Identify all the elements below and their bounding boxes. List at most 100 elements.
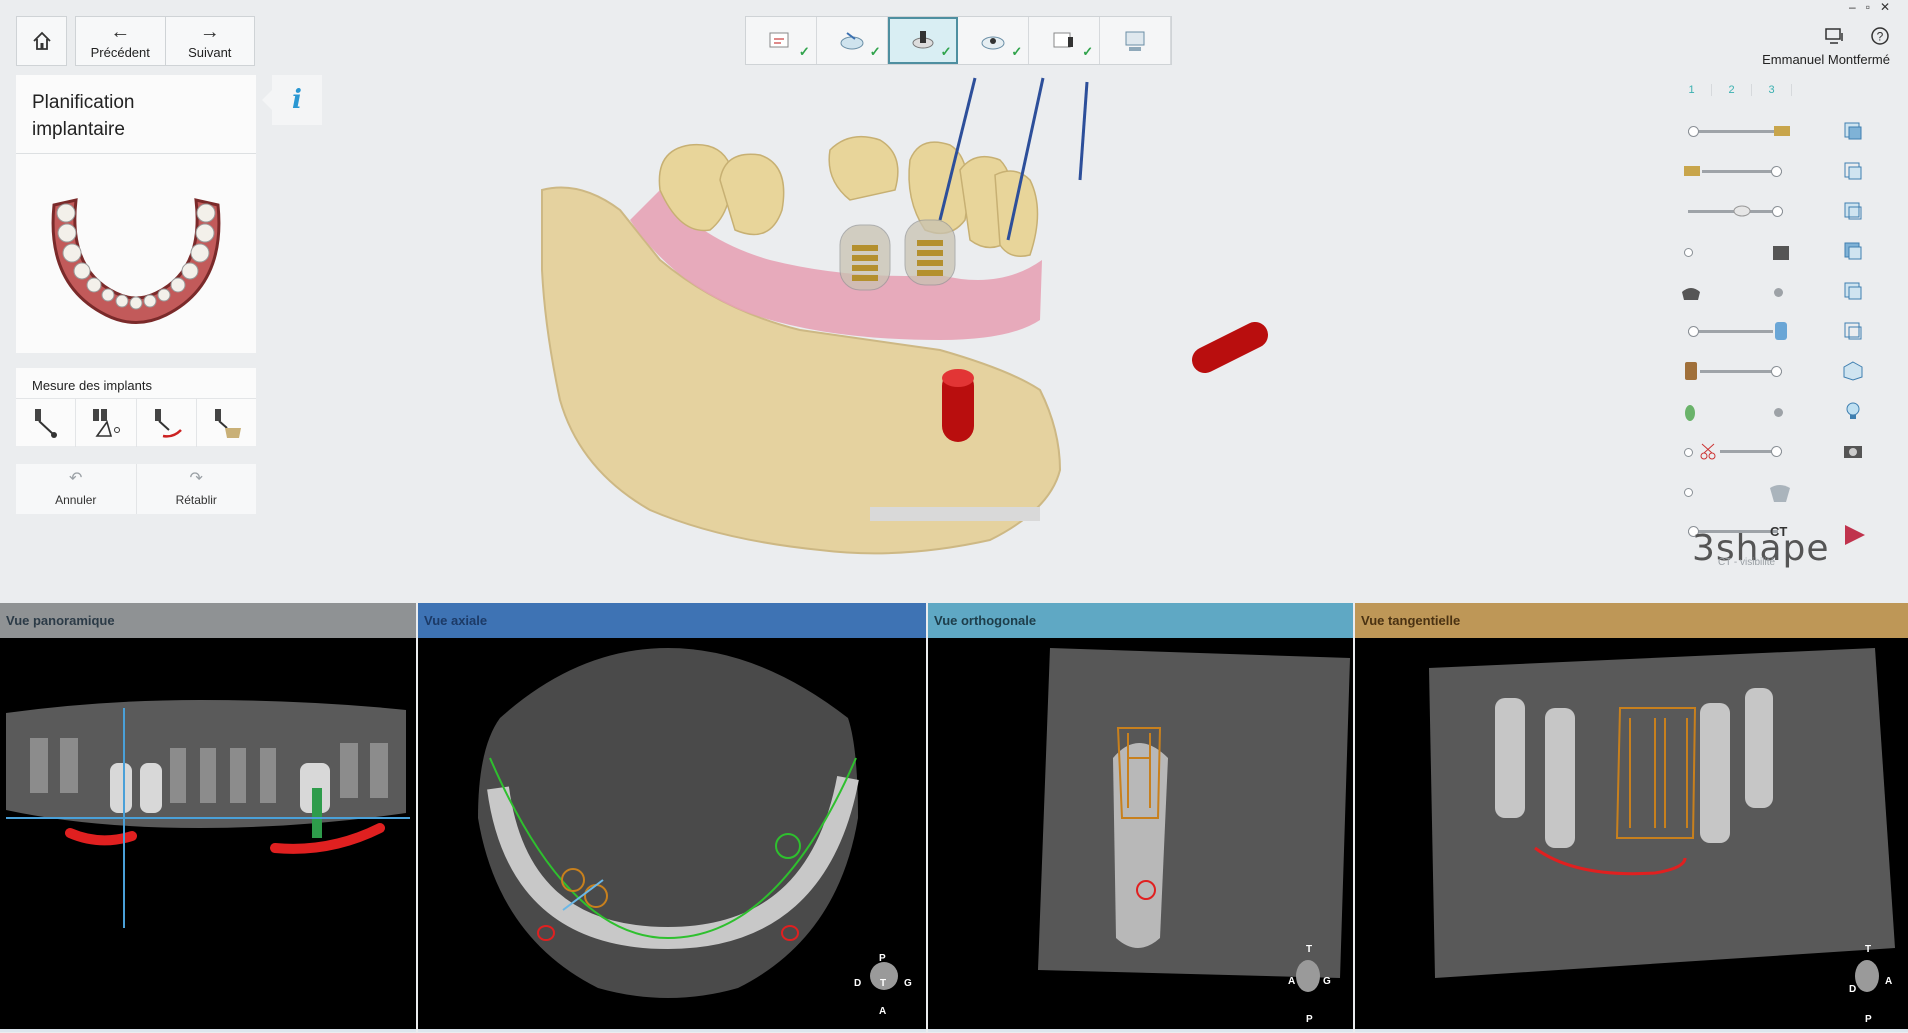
ct-render-icon[interactable]	[1842, 522, 1868, 548]
gum-icon	[1684, 166, 1700, 176]
workflow-step-implant-planning[interactable]: ✓	[887, 17, 959, 64]
axial-view[interactable]: Vue axiale P D T G A	[418, 603, 926, 1032]
ct-visibility-label[interactable]: CT - visibilité	[1718, 557, 1775, 568]
check-icon: ✓	[1082, 44, 1094, 59]
orientation-right: A	[1885, 976, 1893, 987]
workflow-step-guide-design[interactable]: ✓	[958, 17, 1030, 64]
view-top-icon[interactable]	[1842, 200, 1864, 222]
measure-tools	[16, 398, 256, 447]
panel-title: Planification implantaire	[32, 92, 135, 140]
layer-slider-implant[interactable]	[1688, 326, 1773, 337]
check-icon: ✓	[940, 44, 952, 59]
bone-icon	[1770, 485, 1790, 502]
panoramic-view-title: Vue panoramique	[0, 603, 416, 638]
measure-tooth-tool[interactable]	[195, 399, 256, 447]
implant-nerve-icon	[155, 409, 183, 438]
implant-angle-icon	[92, 409, 120, 437]
sleeve-icon	[1773, 246, 1789, 260]
orthogonal-view[interactable]: Vue orthogonale T A G P	[928, 603, 1353, 1032]
orientation-bottom: P	[1865, 1014, 1872, 1025]
measure-angle-tool[interactable]	[75, 399, 135, 447]
camera-icon[interactable]	[1842, 440, 1864, 462]
layer-slider-teeth[interactable]	[1688, 126, 1776, 137]
next-button[interactable]: → Suivant	[164, 17, 255, 65]
view-3d-icon[interactable]	[1842, 360, 1864, 382]
layer-slider-sleeve[interactable]	[1700, 366, 1782, 377]
scan-import-icon	[840, 31, 864, 49]
document-edit-icon	[769, 32, 789, 47]
view-side-icon[interactable]	[1842, 160, 1864, 182]
layer-toggle-guide[interactable]	[1774, 288, 1783, 297]
orientation-left: D	[1849, 984, 1857, 995]
implant-tooth-icon	[215, 409, 242, 438]
check-icon: ✓	[1011, 44, 1023, 59]
redo-icon: ↷	[189, 470, 203, 487]
layer-toggle-sleeve[interactable]	[1684, 248, 1693, 257]
orientation-bottom: P	[1306, 1014, 1313, 1025]
next-label: Suivant	[188, 44, 232, 60]
view-right-icon[interactable]	[1842, 320, 1864, 342]
report-icon	[1053, 32, 1074, 47]
scissors-icon	[1700, 443, 1716, 460]
view-bottom-icon[interactable]	[1842, 240, 1864, 262]
tooth-crown-icon	[1774, 126, 1790, 136]
layer-column-3[interactable]: 3	[1752, 84, 1792, 96]
redo-button[interactable]: ↷ Rétablir	[135, 464, 257, 514]
workflow-step-export[interactable]	[1100, 17, 1171, 64]
panoramic-view[interactable]: Vue panoramique	[0, 603, 416, 1032]
layer-column-1[interactable]: 1	[1672, 84, 1712, 96]
info-button[interactable]: i	[262, 75, 322, 125]
undo-button[interactable]: ↶ Annuler	[16, 464, 136, 514]
jaw-3d-model[interactable]	[520, 70, 1280, 610]
workflow-step-patient[interactable]: ✓	[746, 17, 817, 64]
guide-icon	[1682, 288, 1700, 300]
axial-image[interactable]	[418, 638, 926, 1028]
info-icon: i	[292, 85, 302, 115]
help-icon[interactable]: ?	[1870, 26, 1890, 46]
orientation-bottom: A	[879, 1006, 887, 1017]
svg-text:?: ?	[1877, 30, 1884, 44]
history-panel: ↶ Annuler ↷ Rétablir	[16, 464, 256, 514]
previous-label: Précédent	[90, 44, 150, 60]
orientation-top: P	[879, 953, 886, 964]
orientation-center: T	[880, 978, 887, 989]
implant-planning-icon	[912, 30, 934, 48]
measure-panel: Mesure des implants	[16, 368, 256, 447]
export-icon	[1125, 31, 1145, 51]
panoramic-image[interactable]	[0, 638, 416, 1028]
light-icon[interactable]	[1842, 400, 1864, 422]
previous-button[interactable]: ← Précédent	[76, 17, 165, 65]
undo-icon: ↶	[69, 470, 83, 487]
layer-toggle-bone[interactable]	[1684, 488, 1693, 497]
arrow-left-icon: ←	[110, 20, 131, 43]
undo-label: Annuler	[55, 493, 97, 507]
measure-distance-tool[interactable]	[16, 399, 75, 447]
head-orientation-icon[interactable]	[1290, 956, 1326, 1000]
home-icon	[32, 31, 51, 50]
layer-panel	[1680, 110, 1900, 570]
planning-panel: Planification implantaire	[16, 75, 256, 353]
arrow-right-icon: →	[199, 20, 220, 43]
top-icons: ?	[1824, 26, 1890, 46]
orientation-right: G	[904, 978, 912, 989]
tangential-view[interactable]: Vue tangentielle T D A P	[1355, 603, 1908, 1032]
home-button[interactable]	[16, 16, 67, 66]
orientation-top: T	[1306, 944, 1313, 955]
layer-slider-cut[interactable]	[1720, 446, 1782, 457]
workflow-step-report[interactable]: ✓	[1029, 17, 1101, 64]
orientation-right: G	[1323, 976, 1331, 987]
layer-slider-gum[interactable]	[1702, 166, 1782, 177]
implant-distance-icon	[34, 409, 57, 438]
view-front-icon[interactable]	[1842, 120, 1864, 142]
monitor-icon[interactable]	[1824, 26, 1846, 46]
workflow-step-scan[interactable]: ✓	[817, 17, 888, 64]
tangential-image[interactable]	[1355, 638, 1908, 1028]
measure-nerve-tool[interactable]	[135, 399, 196, 447]
layer-toggle-nerve[interactable]	[1774, 408, 1783, 417]
layer-column-2[interactable]: 2	[1712, 84, 1752, 96]
layer-toggle-cut[interactable]	[1684, 448, 1693, 457]
view-left-icon[interactable]	[1842, 280, 1864, 302]
nav-group: ← Précédent → Suivant	[75, 16, 255, 66]
jaw-thumbnail-icon	[51, 198, 221, 324]
window-controls[interactable]: –▫✕	[1849, 0, 1900, 14]
